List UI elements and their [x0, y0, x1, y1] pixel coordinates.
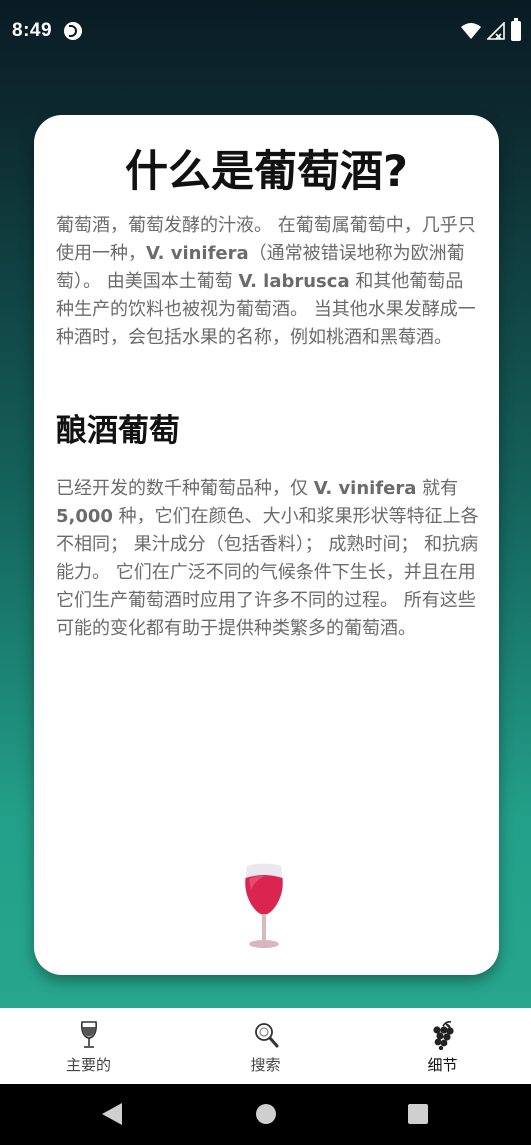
- wifi-icon: [461, 23, 481, 39]
- species-name: V. vinifera: [313, 478, 417, 499]
- home-icon[interactable]: [256, 1104, 276, 1124]
- section-heading: 酿酒葡萄: [56, 413, 180, 449]
- intro-paragraph: 葡萄酒，葡萄发酵的汁液。 在葡萄属葡萄中，几乎只使用一种，V. vinifera…: [56, 215, 476, 348]
- nav-item-search[interactable]: 搜索: [177, 1008, 354, 1084]
- nav-item-details[interactable]: 细节: [354, 1008, 531, 1084]
- content-card: 什么是葡萄酒? 葡萄酒，葡萄发酵的汁液。 在葡萄属葡萄中，几乎只使用一种，V. …: [34, 115, 499, 975]
- signal-icon: [487, 22, 505, 40]
- species-name: V. labrusca: [238, 271, 350, 292]
- back-icon[interactable]: [102, 1102, 124, 1126]
- nav-label-main: 主要的: [65, 1056, 111, 1074]
- wine-glass-icon: [245, 863, 283, 948]
- section-paragraph: 已经开发的数千种葡萄品种，仅 V. vinifera 就有 5,000 种，它们…: [56, 478, 479, 639]
- magnifier-icon: [254, 1023, 278, 1048]
- status-time: 8:49: [12, 20, 53, 41]
- battery-icon: [511, 18, 521, 41]
- nav-label-details: 细节: [427, 1056, 458, 1074]
- status-icons: [461, 18, 521, 41]
- variety-count: 5,000: [56, 506, 113, 527]
- system-navigation-bar: [0, 1084, 531, 1145]
- bottom-navigation: 主要的 搜索 细节: [0, 1008, 531, 1084]
- nav-item-main[interactable]: 主要的: [0, 1008, 177, 1084]
- grapes-icon: [432, 1021, 454, 1050]
- species-name: V. vinifera: [146, 243, 249, 264]
- app-notification-icon: [64, 22, 82, 40]
- nav-label-search: 搜索: [250, 1056, 281, 1074]
- wine-glass-outline-icon: [80, 1021, 97, 1048]
- page-title: 什么是葡萄酒?: [125, 147, 408, 197]
- status-bar: 8:49: [0, 0, 531, 62]
- recents-icon[interactable]: [408, 1104, 428, 1124]
